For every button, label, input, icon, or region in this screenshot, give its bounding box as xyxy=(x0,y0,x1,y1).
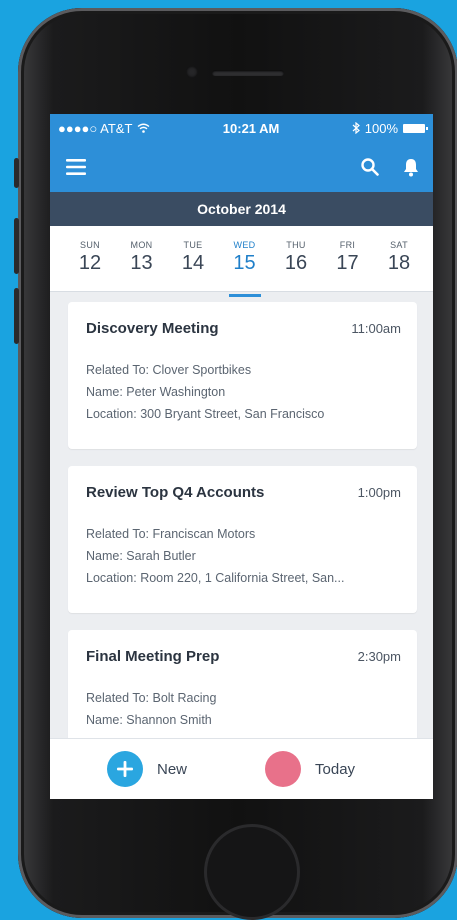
new-button[interactable]: New xyxy=(107,751,187,787)
event-contact: Name: Peter Washington xyxy=(86,385,226,399)
day-sun[interactable]: SUN 12 xyxy=(70,226,110,291)
day-of-week: FRI xyxy=(339,240,356,250)
day-fri[interactable]: FRI 17 xyxy=(328,226,368,291)
earpiece-speaker xyxy=(212,70,284,76)
day-thu[interactable]: THU 16 xyxy=(276,226,316,291)
day-of-week: SAT xyxy=(390,240,408,250)
nav-bar xyxy=(50,142,433,192)
clock: 10:21 AM xyxy=(222,120,280,136)
day-sat[interactable]: SAT 18 xyxy=(379,226,419,291)
bottom-bar: New Today xyxy=(50,738,433,799)
day-number: 15 xyxy=(233,252,256,274)
day-of-week: WED xyxy=(233,240,256,250)
home-button[interactable] xyxy=(204,824,300,920)
wifi-icon xyxy=(137,123,150,133)
event-time: 2:30pm xyxy=(357,649,401,664)
day-number: 16 xyxy=(284,252,308,274)
event-title: Final Meeting Prep xyxy=(86,648,220,665)
day-number: 17 xyxy=(336,252,359,274)
event-contact: Name: Sarah Butler xyxy=(86,549,196,563)
carrier-label: ●●●●○ AT&T xyxy=(58,120,133,136)
day-tue[interactable]: TUE 14 xyxy=(173,226,213,291)
day-of-week: TUE xyxy=(183,240,203,250)
plus-icon xyxy=(107,751,143,787)
today-label: Today xyxy=(315,760,356,778)
event-title: Review Top Q4 Accounts xyxy=(86,484,265,501)
event-location: Location: 300 Bryant Street, San Francis… xyxy=(86,407,325,421)
event-time: 1:00pm xyxy=(357,485,401,500)
today-button[interactable]: Today xyxy=(265,751,355,787)
event-related: Related To: Clover Sportbikes xyxy=(86,363,252,377)
bluetooth-icon xyxy=(352,122,360,134)
day-number: 13 xyxy=(130,252,153,274)
phone-screen: ●●●●○ AT&T 10:21 AM 100% October 2014 SU… xyxy=(50,114,433,799)
front-camera xyxy=(186,66,198,78)
month-label: October 2014 xyxy=(50,192,433,226)
menu-icon[interactable] xyxy=(66,159,86,175)
silent-switch xyxy=(14,158,19,188)
day-number: 18 xyxy=(387,252,411,274)
event-card[interactable]: Review Top Q4 Accounts 1:00pm Related To… xyxy=(68,466,417,613)
bell-icon[interactable] xyxy=(403,158,419,177)
event-time: 11:00am xyxy=(351,321,401,336)
volume-down-button xyxy=(14,288,19,344)
day-mon[interactable]: MON 13 xyxy=(122,226,162,291)
day-of-week: SUN xyxy=(80,240,100,250)
event-contact: Name: Shannon Smith xyxy=(86,713,212,727)
search-icon[interactable] xyxy=(361,158,379,176)
event-location: Location: Room 220, 1 California Street,… xyxy=(86,571,345,585)
new-label: New xyxy=(157,760,188,778)
week-strip: SUN 12 MON 13 TUE 14 WED 15 THU 16 FRI 1… xyxy=(50,226,433,297)
today-dot-icon xyxy=(265,751,302,787)
day-wed-selected[interactable]: WED 15 xyxy=(225,226,265,297)
day-number: 14 xyxy=(181,252,205,274)
event-related: Related To: Bolt Racing xyxy=(86,691,217,705)
event-related: Related To: Franciscan Motors xyxy=(86,527,256,541)
event-card[interactable]: Discovery Meeting 11:00am Related To: Cl… xyxy=(68,302,417,449)
battery-percent: 100% xyxy=(364,120,398,136)
status-bar: ●●●●○ AT&T 10:21 AM 100% xyxy=(50,114,433,142)
day-of-week: THU xyxy=(286,240,306,250)
event-title: Discovery Meeting xyxy=(86,320,219,337)
day-of-week: MON xyxy=(130,240,153,250)
event-list: Discovery Meeting 11:00am Related To: Cl… xyxy=(50,292,433,777)
volume-up-button xyxy=(14,218,19,274)
battery-icon xyxy=(403,123,428,133)
day-number: 12 xyxy=(78,252,102,274)
